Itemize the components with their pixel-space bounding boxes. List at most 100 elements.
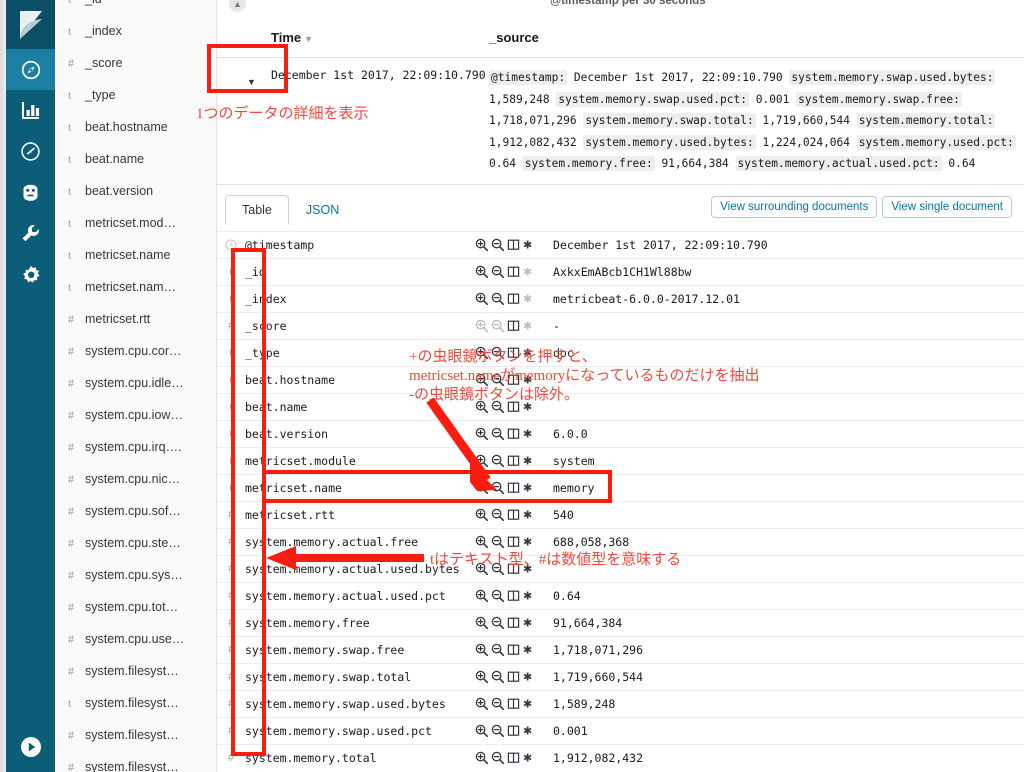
magnify-plus-icon[interactable]: [475, 427, 488, 440]
toggle-column-icon[interactable]: [507, 643, 520, 656]
asterisk-icon[interactable]: ✱: [523, 590, 532, 602]
magnify-minus-icon[interactable]: [491, 724, 504, 737]
nav-item-dev-tools[interactable]: [6, 213, 55, 254]
nav-item-collapse[interactable]: [6, 730, 55, 764]
field-list-item[interactable]: # system.cpu.idle…: [55, 367, 216, 399]
magnify-plus-icon[interactable]: [475, 508, 488, 521]
toggle-column-icon[interactable]: [507, 427, 520, 440]
toggle-column-icon[interactable]: [507, 724, 520, 737]
field-list-item[interactable]: # system.cpu.cor…: [55, 335, 216, 367]
collapse-chart-icon[interactable]: ▲: [229, 0, 246, 12]
expand-toggle-cell[interactable]: ▼: [217, 65, 271, 175]
nav-item-visualize[interactable]: [6, 90, 55, 131]
toggle-column-icon[interactable]: [507, 292, 520, 305]
magnify-minus-icon[interactable]: [491, 292, 504, 305]
magnify-minus-icon[interactable]: [491, 535, 504, 548]
toggle-column-icon[interactable]: [507, 535, 520, 548]
magnify-minus-icon[interactable]: [491, 454, 504, 467]
toggle-column-icon[interactable]: [507, 616, 520, 629]
magnify-minus-icon[interactable]: [491, 400, 504, 413]
field-list-item[interactable]: # system.cpu.iow…: [55, 399, 216, 431]
toggle-column-icon[interactable]: [507, 562, 520, 575]
magnify-plus-icon[interactable]: [475, 562, 488, 575]
asterisk-icon[interactable]: ✱: [523, 455, 532, 467]
field-list-item[interactable]: # system.cpu.ste…: [55, 527, 216, 559]
magnify-plus-icon[interactable]: [475, 373, 488, 386]
magnify-plus-icon[interactable]: [475, 265, 488, 278]
magnify-minus-icon[interactable]: [491, 319, 504, 332]
toggle-column-icon[interactable]: [507, 400, 520, 413]
asterisk-icon[interactable]: ✱: [523, 239, 532, 251]
magnify-minus-icon[interactable]: [491, 589, 504, 602]
magnify-minus-icon[interactable]: [491, 751, 504, 765]
magnify-plus-icon[interactable]: [475, 454, 488, 467]
magnify-minus-icon[interactable]: [491, 670, 504, 683]
expand-caret-icon[interactable]: ▼: [247, 77, 256, 87]
field-list-item[interactable]: # system.cpu.use…: [55, 623, 216, 655]
asterisk-icon[interactable]: ✱: [523, 617, 532, 629]
magnify-plus-icon[interactable]: [475, 481, 488, 494]
field-list-item[interactable]: t beat.name: [55, 143, 216, 175]
asterisk-icon[interactable]: ✱: [523, 671, 532, 683]
magnify-plus-icon[interactable]: [475, 400, 488, 413]
toggle-column-icon[interactable]: [507, 670, 520, 683]
toggle-column-icon[interactable]: [507, 751, 520, 764]
magnify-plus-icon[interactable]: [475, 643, 488, 656]
magnify-plus-icon[interactable]: [475, 238, 488, 251]
magnify-plus-icon[interactable]: [475, 292, 488, 305]
tab-table[interactable]: Table: [225, 194, 289, 225]
magnify-minus-icon[interactable]: [491, 373, 504, 386]
asterisk-icon[interactable]: ✱: [523, 320, 532, 332]
toggle-column-icon[interactable]: [507, 346, 520, 359]
asterisk-icon[interactable]: ✱: [523, 644, 532, 656]
asterisk-icon[interactable]: ✱: [523, 725, 532, 737]
field-list-item[interactable]: # metricset.rtt: [55, 303, 216, 335]
magnify-minus-icon[interactable]: [491, 616, 504, 629]
view-surrounding-documents-button[interactable]: View surrounding documents: [711, 195, 878, 218]
asterisk-icon[interactable]: ✱: [523, 563, 532, 575]
toggle-column-icon[interactable]: [507, 697, 520, 710]
sort-caret-icon[interactable]: ▼: [304, 34, 313, 44]
field-list-item[interactable]: # system.cpu.sys…: [55, 559, 216, 591]
nav-item-discover[interactable]: [6, 49, 55, 90]
asterisk-icon[interactable]: ✱: [523, 482, 532, 494]
field-list-item[interactable]: # system.filesyst…: [55, 719, 216, 751]
view-single-document-button[interactable]: View single document: [882, 195, 1012, 218]
field-list-item[interactable]: t system.filesyst…: [55, 687, 216, 719]
magnify-plus-icon[interactable]: [475, 670, 488, 683]
tab-json[interactable]: JSON: [289, 195, 356, 225]
toggle-column-icon[interactable]: [507, 319, 520, 332]
field-list-item[interactable]: t metricset.nam…: [55, 271, 216, 303]
kibana-logo-icon[interactable]: [6, 0, 55, 49]
magnify-minus-icon[interactable]: [491, 427, 504, 440]
toggle-column-icon[interactable]: [507, 589, 520, 602]
field-list-item[interactable]: # system.cpu.tot…: [55, 591, 216, 623]
asterisk-icon[interactable]: ✱: [523, 401, 532, 413]
toggle-column-icon[interactable]: [507, 373, 520, 386]
field-list-item[interactable]: t beat.version: [55, 175, 216, 207]
toggle-column-icon[interactable]: [507, 454, 520, 467]
magnify-minus-icon[interactable]: [491, 508, 504, 521]
magnify-minus-icon[interactable]: [491, 562, 504, 575]
magnify-plus-icon[interactable]: [475, 346, 488, 359]
toggle-column-icon[interactable]: [507, 265, 520, 278]
asterisk-icon[interactable]: ✱: [523, 374, 532, 386]
toggle-column-icon[interactable]: [507, 238, 520, 251]
field-list-item[interactable]: # system.filesyst…: [55, 655, 216, 687]
magnify-minus-icon[interactable]: [491, 481, 504, 494]
toggle-column-icon[interactable]: [507, 508, 520, 521]
asterisk-icon[interactable]: ✱: [523, 428, 532, 440]
field-list-sidebar[interactable]: t_idt_index#_scoret_typetbeat.hostnametb…: [55, 0, 217, 772]
field-list-item[interactable]: # system.cpu.sof…: [55, 495, 216, 527]
field-list-item[interactable]: # system.cpu.nic…: [55, 463, 216, 495]
magnify-minus-icon[interactable]: [491, 265, 504, 278]
magnify-plus-icon[interactable]: [475, 697, 488, 710]
field-list-item[interactable]: # system.filesyst…: [55, 751, 216, 772]
asterisk-icon[interactable]: ✱: [523, 293, 532, 305]
asterisk-icon[interactable]: ✱: [523, 347, 532, 359]
magnify-plus-icon[interactable]: [475, 751, 488, 765]
nav-item-dashboard[interactable]: [6, 131, 55, 172]
magnify-plus-icon[interactable]: [475, 589, 488, 602]
field-list-item[interactable]: t beat.hostname: [55, 111, 216, 143]
nav-item-management[interactable]: [6, 254, 55, 295]
